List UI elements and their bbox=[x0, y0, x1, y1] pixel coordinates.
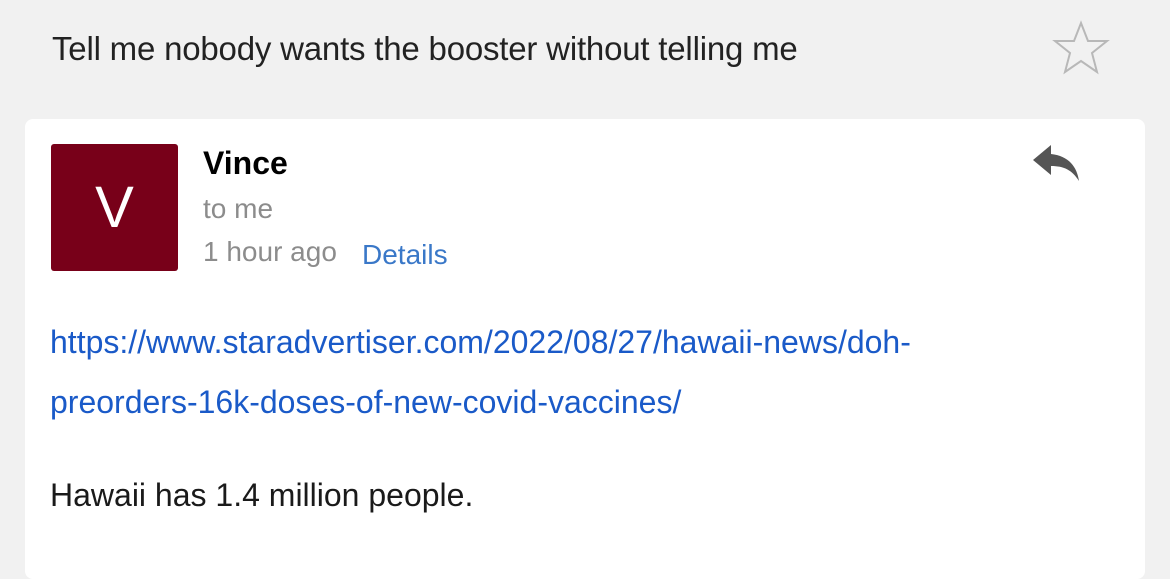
timestamp: 1 hour ago bbox=[203, 236, 337, 267]
message-card: V Vince to me 1 hour ago Details https:/… bbox=[25, 119, 1145, 579]
recipient-label: to me bbox=[203, 193, 274, 224]
article-link[interactable]: https://www.staradvertiser.com/2022/08/2… bbox=[50, 312, 1110, 432]
star-icon[interactable] bbox=[1052, 20, 1110, 76]
message-body: Hawaii has 1.4 million people. bbox=[50, 477, 474, 513]
avatar: V bbox=[51, 144, 178, 271]
subject-bar: Tell me nobody wants the booster without… bbox=[0, 0, 1170, 110]
sender-name[interactable]: Vince bbox=[203, 145, 288, 182]
email-subject: Tell me nobody wants the booster without… bbox=[52, 30, 798, 67]
details-link[interactable]: Details bbox=[362, 239, 448, 271]
article-link-line-1[interactable]: https://www.staradvertiser.com/2022/08/2… bbox=[50, 312, 1110, 372]
article-link-line-2[interactable]: preorders-16k-doses-of-new-covid-vaccine… bbox=[50, 372, 1110, 432]
reply-icon[interactable] bbox=[1031, 141, 1081, 185]
avatar-letter: V bbox=[95, 175, 134, 240]
